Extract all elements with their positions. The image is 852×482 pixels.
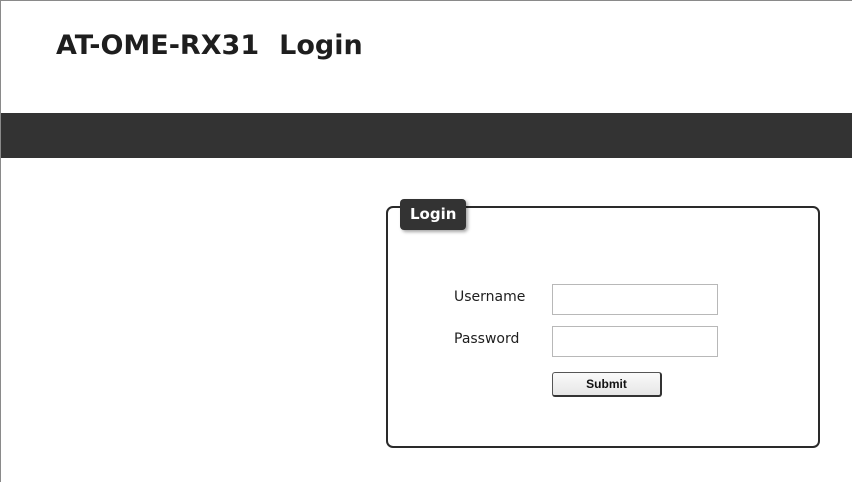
- page-title: AT-OME-RX31 Login: [56, 30, 363, 61]
- navigation-bar: [1, 113, 852, 158]
- page-name: Login: [279, 30, 363, 61]
- username-label: Username: [454, 289, 526, 305]
- login-page: AT-OME-RX31 Login Login Username Password…: [0, 0, 852, 482]
- username-field[interactable]: [552, 284, 718, 315]
- device-name: AT-OME-RX31: [56, 30, 260, 61]
- password-field[interactable]: [552, 326, 718, 357]
- login-panel-tab: Login: [400, 199, 467, 230]
- password-label: Password: [454, 331, 520, 347]
- submit-button[interactable]: Submit: [552, 372, 662, 397]
- login-panel: Login Username Password Submit: [386, 199, 820, 448]
